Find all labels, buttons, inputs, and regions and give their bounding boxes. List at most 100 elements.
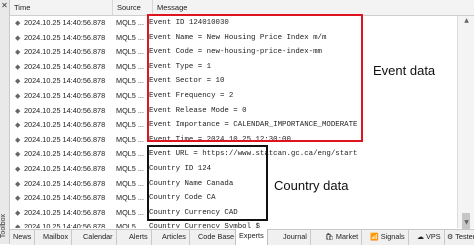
row-time: 2024.10.25 14:40:56.878 [24, 61, 106, 71]
row-time: 2024.10.25 14:40:56.878 [24, 207, 106, 217]
tab-mailbox[interactable]: Mailbox [40, 230, 73, 245]
row-time: 2024.10.25 14:40:56.878 [24, 120, 106, 130]
row-time: 2024.10.25 14:40:56.878 [24, 47, 106, 57]
tab-label: Tester [455, 232, 474, 241]
market-icon: 🛍 [325, 233, 334, 241]
tab-label: News [13, 232, 32, 241]
toolbox-tab-bar: News Mailbox Calendar Alerts Articles Code Ba… [10, 229, 474, 245]
table-row[interactable]: ◆ 2024.10.25 14:40:56.878 MQL5 ... Event Co… [10, 45, 456, 60]
table-row[interactable]: ◆ 2024.10.25 14:40:56.878 MQL5 ... Country … [10, 206, 456, 221]
table-row[interactable]: ◆ 2024.10.25 14:40:56.878 MQL5 ... Event UR… [10, 147, 456, 162]
info-bullet-icon: ◆ [15, 62, 21, 71]
info-bullet-icon: ◆ [15, 135, 21, 144]
row-message: Event Frequency = 2 [149, 92, 234, 100]
row-source: MQL5 ... [116, 18, 144, 27]
info-bullet-icon: ◆ [15, 19, 21, 27]
tab-code-base[interactable]: Code Base [195, 230, 239, 245]
vertical-scrollbar[interactable]: ▲ ▼ [457, 16, 474, 231]
row-source: MQL5 ... [116, 91, 144, 100]
column-header-message[interactable]: Message [153, 0, 474, 15]
tab-label: Articles [162, 232, 186, 241]
info-bullet-icon: ◆ [15, 208, 21, 217]
tab-experts[interactable]: Experts [235, 229, 268, 245]
tab-alerts[interactable]: Alerts [126, 230, 152, 245]
row-source: MQL5 ... [116, 222, 144, 228]
info-bullet-icon: ◆ [15, 48, 21, 57]
info-bullet-icon: ◆ [15, 106, 21, 115]
tab-market[interactable]: 🛍 Market [322, 230, 363, 245]
tab-label: Journal [283, 232, 307, 241]
table-row[interactable]: ◆ 2024.10.25 14:40:56.878 MQL5 ... Event Fr… [10, 89, 456, 104]
table-row[interactable]: ◆ 2024.10.25 14:40:56.878 MQL5 ... Event Im… [10, 118, 456, 133]
row-source: MQL5 ... [116, 105, 144, 115]
row-message: Country Code CA [149, 194, 216, 203]
tab-calendar[interactable]: Calendar [80, 230, 117, 245]
info-bullet-icon: ◆ [15, 33, 21, 42]
table-row[interactable]: ◆ 2024.10.25 14:40:56.878 MQL5 ... Country … [10, 162, 456, 177]
row-time: 2024.10.25 14:40:56.878 [24, 32, 106, 42]
table-row[interactable]: ◆ 2024.10.25 14:40:56.878 MQL5 ... Event Na… [10, 31, 456, 46]
tab-label: Calendar [83, 232, 113, 241]
scroll-up-icon[interactable]: ▲ [462, 17, 471, 25]
toolbox-label[interactable]: Toolbox [0, 200, 8, 252]
event-data-annotation: Event data [373, 63, 436, 78]
row-time: 2024.10.25 14:40:56.878 [24, 193, 106, 203]
info-bullet-icon: ◆ [15, 121, 21, 130]
row-source: MQL5 ... [116, 61, 144, 71]
scroll-down-icon[interactable]: ▼ [462, 219, 471, 227]
tab-label: Experts [239, 231, 264, 240]
signals-icon: 📶 [370, 233, 379, 241]
tab-signals[interactable]: 📶 Signals [367, 230, 409, 245]
table-row[interactable]: ◆ 2024.10.25 14:40:56.878 MQL5 ... Event ID… [10, 16, 456, 31]
row-message: Event ID 124010030 [149, 19, 229, 27]
tab-tester[interactable]: ⚙ Tester [444, 230, 474, 245]
table-row[interactable]: ◆ 2024.10.25 14:40:56.878 MQL5 ... Event Re… [10, 104, 456, 119]
row-message: Country Currency Symbol $ [149, 223, 260, 228]
row-time: 2024.10.25 14:40:56.878 [24, 149, 106, 159]
row-message: Event Release Mode = 0 [149, 106, 247, 115]
info-bullet-icon: ◆ [15, 165, 21, 173]
row-message: Event Type = 1 [149, 62, 212, 71]
table-row[interactable]: ◆ 2024.10.25 14:40:56.878 MQL5 ... Event Ti… [10, 133, 456, 148]
row-source: MQL5 ... [116, 164, 144, 173]
tab-label: Code Base [198, 232, 235, 241]
column-header-time[interactable]: Time [10, 0, 113, 15]
row-source: MQL5 ... [116, 207, 144, 217]
tab-vps[interactable]: ☁ VPS [414, 230, 445, 245]
table-row[interactable]: ◆ 2024.10.25 14:40:56.878 MQL5 ... Country … [10, 191, 456, 206]
tab-label: Mailbox [43, 232, 69, 241]
info-bullet-icon: ◆ [15, 194, 21, 203]
country-data-annotation: Country data [274, 178, 349, 193]
table-row[interactable]: ◆ 2024.10.25 14:40:56.878 MQL5 ... Country … [10, 220, 456, 228]
row-time: 2024.10.25 14:40:56.878 [24, 76, 106, 86]
tab-news[interactable]: News [10, 230, 36, 245]
tab-label: Signals [380, 232, 405, 241]
tester-icon: ⚙ [447, 233, 454, 241]
vps-icon: ☁ [417, 233, 424, 241]
row-time: 2024.10.25 14:40:56.878 [24, 222, 106, 228]
row-time: 2024.10.25 14:40:56.878 [24, 105, 106, 115]
row-time: 2024.10.25 14:40:56.878 [24, 91, 106, 100]
row-source: MQL5 ... [116, 47, 144, 57]
info-bullet-icon: ◆ [15, 150, 21, 159]
row-time: 2024.10.25 14:40:56.878 [24, 178, 106, 188]
row-message: Event Importance = CALENDAR_IMPORTANCE_M… [149, 121, 358, 130]
row-source: MQL5 ... [116, 76, 144, 86]
info-bullet-icon: ◆ [15, 223, 21, 228]
close-icon[interactable]: ✕ [1, 2, 8, 10]
tab-journal[interactable]: Journal [280, 230, 311, 245]
toolbox-sidebar: ✕ Toolbox [0, 0, 10, 244]
row-source: MQL5 ... [116, 149, 144, 159]
row-source: MQL5 ... [116, 120, 144, 130]
tab-articles[interactable]: Articles [159, 230, 190, 245]
tab-label: Alerts [129, 232, 148, 241]
table-row[interactable]: ◆ 2024.10.25 14:40:56.878 MQL5 ... Country … [10, 177, 456, 192]
row-time: 2024.10.25 14:40:56.878 [24, 134, 106, 144]
row-source: MQL5 ... [116, 32, 144, 42]
row-message: Event Code = new-housing-price-index-mm [149, 48, 322, 57]
info-bullet-icon: ◆ [15, 92, 21, 100]
row-message: Country Name Canada [149, 179, 234, 188]
info-bullet-icon: ◆ [15, 179, 21, 188]
column-header-source[interactable]: Source [113, 0, 153, 15]
experts-log: ◆ 2024.10.25 14:40:56.878 MQL5 ... Event ID… [10, 16, 456, 228]
